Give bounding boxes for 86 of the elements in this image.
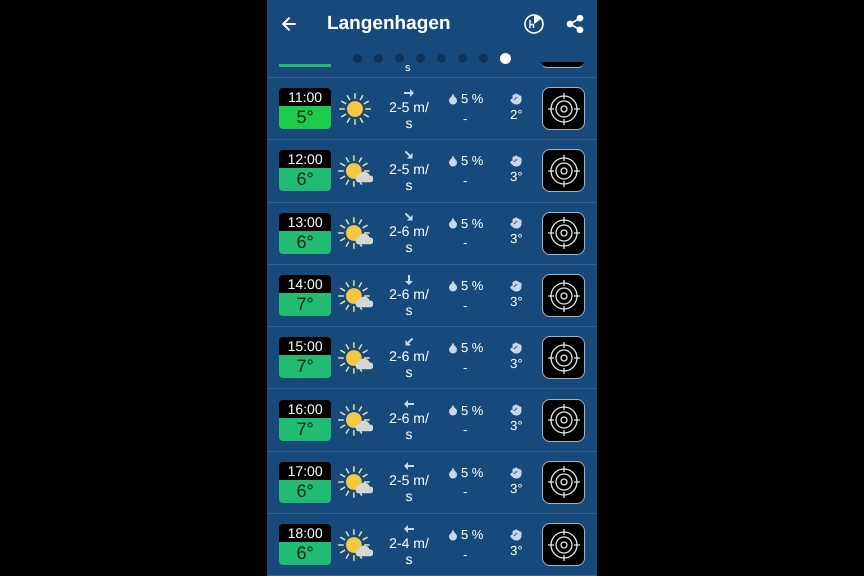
target-icon[interactable] — [542, 87, 585, 130]
feel-value: 3° — [510, 355, 523, 374]
hand-icon — [510, 280, 522, 292]
droplet-icon — [446, 217, 459, 230]
time-label: 12:00 — [279, 150, 332, 168]
rain-amount: - — [463, 234, 468, 252]
feel-value: 2° — [510, 106, 523, 124]
hand-icon — [510, 217, 522, 230]
target-icon[interactable] — [542, 336, 585, 380]
target-icon[interactable] — [542, 274, 585, 318]
temperature-label: 6° — [279, 480, 332, 503]
time-label: 16:00 — [279, 400, 332, 418]
droplet-icon — [446, 528, 459, 541]
sun-cloud-icon — [336, 403, 373, 438]
sun-cloud-icon — [336, 154, 373, 188]
feel-value: 3° — [510, 168, 523, 186]
rain-chance: 5 % — [460, 90, 484, 108]
target-icon[interactable] — [542, 460, 585, 504]
temperature-label: 6° — [279, 542, 332, 566]
feel-value: 3° — [510, 230, 523, 248]
temperature-label: 6° — [279, 230, 332, 254]
time-label: 11:00 — [279, 88, 332, 106]
rain-amount: - — [463, 483, 468, 502]
wind-speed: 2-6 m/s — [388, 410, 430, 442]
droplet-icon — [446, 92, 459, 105]
temperature-label: 6° — [279, 168, 332, 192]
sun-cloud-icon — [336, 340, 373, 375]
droplet-icon — [446, 155, 459, 168]
sun-icon — [338, 92, 372, 126]
temperature-label: 5° — [279, 106, 332, 130]
share-icon[interactable] — [565, 14, 585, 34]
target-icon[interactable] — [541, 62, 584, 68]
rain-chance: 5 % — [460, 277, 484, 296]
hand-icon — [510, 466, 522, 479]
rain-amount: - — [463, 110, 468, 128]
rain-amount: - — [463, 358, 468, 377]
wind-speed: 2-5 m/s — [388, 160, 430, 193]
city-title: Langenhagen — [327, 12, 451, 36]
feel-value: 3° — [510, 292, 523, 311]
wind-speed: 2-6 m/s — [388, 348, 430, 380]
rain-amount: - — [463, 546, 468, 564]
rain-chance: 5 % — [460, 152, 484, 170]
sun-cloud-icon — [336, 528, 373, 562]
hand-icon — [510, 92, 522, 105]
target-icon[interactable] — [542, 398, 585, 442]
target-icon[interactable] — [542, 149, 585, 192]
temperature-bar — [279, 64, 331, 67]
rain-chance: 5 % — [460, 402, 484, 420]
droplet-icon — [446, 342, 459, 354]
droplet-icon — [446, 466, 459, 479]
rain-amount: - — [463, 296, 468, 315]
rain-chance: 5 % — [460, 214, 484, 233]
droplet-icon — [446, 404, 459, 416]
time-label: 17:00 — [279, 462, 332, 480]
wind-speed: 2-4 m/s — [388, 534, 430, 567]
wind-speed: 2-6 m/s — [388, 286, 430, 318]
clock-icon[interactable] — [523, 13, 545, 35]
rain-amount: - — [463, 421, 468, 440]
temperature-label: 7° — [279, 355, 332, 378]
wind-text: s — [405, 62, 410, 74]
target-icon[interactable] — [542, 212, 585, 255]
time-label: 18:00 — [279, 524, 332, 542]
feel-value: 3° — [510, 417, 523, 436]
wind-speed: 2-6 m/s — [388, 223, 430, 256]
rain-chance: 5 % — [460, 464, 484, 482]
time-label: 13:00 — [279, 212, 332, 231]
hand-icon — [510, 155, 522, 168]
hand-icon — [510, 528, 522, 541]
sun-cloud-icon — [336, 465, 373, 500]
wind-speed: 2-5 m/s — [388, 472, 430, 504]
hand-icon — [510, 404, 522, 416]
sun-cloud-icon — [336, 278, 373, 313]
rain-amount: - — [463, 172, 468, 190]
feel-value: 3° — [510, 480, 523, 498]
time-label: 15:00 — [279, 337, 332, 356]
temperature-label: 7° — [279, 418, 332, 441]
temperature-label: 7° — [279, 293, 332, 316]
sun-cloud-icon — [336, 216, 373, 250]
rain-chance: 5 % — [460, 526, 484, 544]
target-icon[interactable] — [542, 523, 585, 566]
wind-speed: 2-5 m/s — [388, 98, 430, 131]
time-label: 14:00 — [279, 275, 332, 294]
hand-icon — [510, 342, 522, 354]
rain-chance: 5 % — [460, 339, 484, 358]
droplet-icon — [446, 280, 459, 292]
feel-value: 3° — [510, 542, 523, 560]
